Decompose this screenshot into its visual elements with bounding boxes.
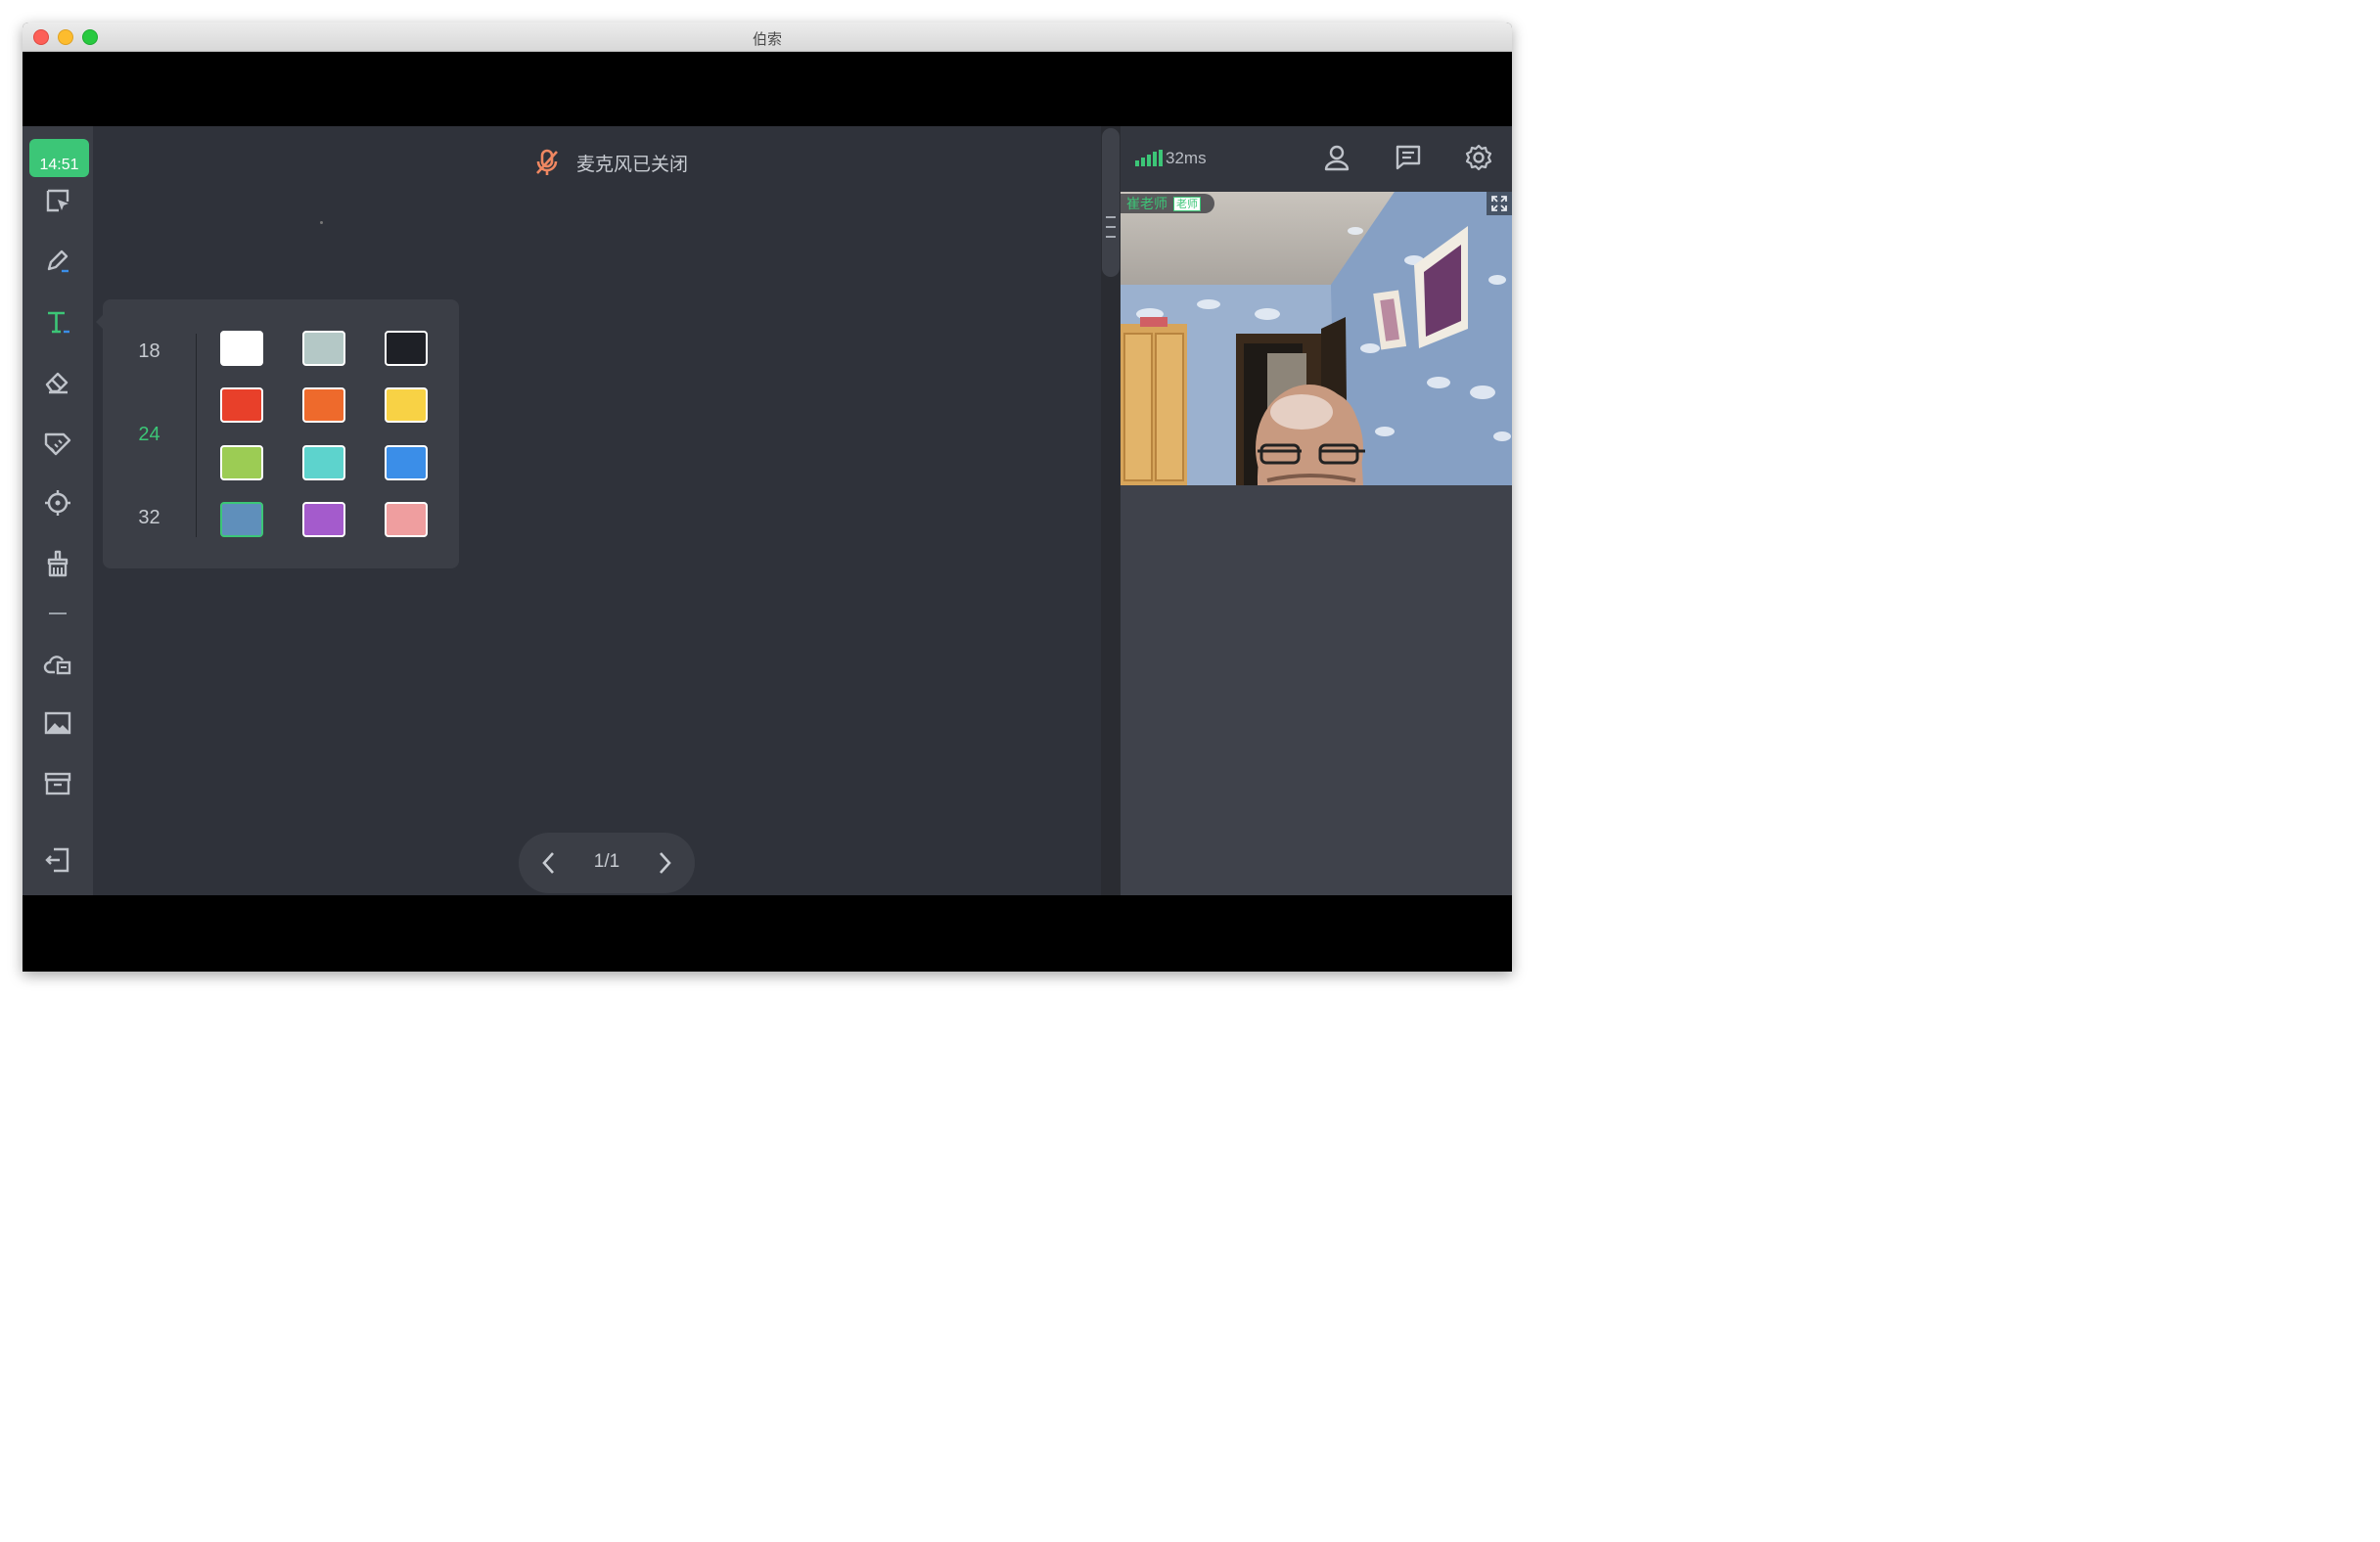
color-swatch[interactable]: [302, 331, 345, 366]
teacher-role-badge: 老师: [1173, 196, 1201, 211]
color-swatch[interactable]: [220, 331, 263, 366]
cloud-files-button[interactable]: [42, 648, 73, 679]
text-icon: [48, 311, 69, 334]
toolbar: 14:51: [23, 126, 93, 895]
image-icon: [44, 711, 71, 735]
color-swatch[interactable]: [302, 502, 345, 537]
crosshair-icon: [45, 490, 70, 516]
latency-text: 32ms: [1166, 149, 1207, 167]
window-title: 伯索: [752, 30, 782, 48]
whiteboard[interactable]: 麦克风已关闭 18 24 32 1/1: [93, 126, 1101, 895]
pen-icon: [47, 249, 69, 273]
ruler-tool-button[interactable]: [42, 427, 73, 458]
settings-button[interactable]: [1463, 142, 1494, 173]
page-navigator: 1/1: [519, 833, 695, 893]
fullscreen-video-button[interactable]: [1487, 192, 1512, 215]
teacher-name: 崔老师: [1126, 197, 1167, 212]
color-swatch-selected[interactable]: [220, 502, 263, 537]
clear-board-button[interactable]: [42, 548, 73, 579]
color-swatch[interactable]: [385, 445, 428, 480]
select-cursor-icon: [46, 189, 69, 212]
title-bar: 伯索: [23, 23, 1512, 52]
font-size-option[interactable]: 18: [103, 340, 196, 363]
broom-icon: [47, 550, 69, 577]
ruler-icon: [44, 432, 71, 456]
eraser-icon: [45, 372, 69, 394]
signal-strength-icon: [1135, 150, 1163, 166]
toolbar-separator: [49, 612, 67, 614]
eraser-tool-button[interactable]: [42, 367, 73, 398]
prev-page-button[interactable]: [534, 848, 564, 878]
select-tool-button[interactable]: [42, 185, 73, 216]
chat-icon: [1396, 145, 1421, 170]
teacher-video[interactable]: 崔老师 老师: [1121, 192, 1512, 485]
chat-button[interactable]: [1393, 142, 1424, 173]
color-swatch[interactable]: [385, 331, 428, 366]
panel-header: 32ms: [1121, 126, 1512, 192]
panel-pointer: [96, 315, 103, 329]
class-timer: 14:51: [29, 139, 89, 177]
microphone-off-icon: [536, 149, 558, 175]
page-indicator: 1/1: [593, 851, 620, 872]
classroom-app: 14:51 麦克风已关闭 18 24 32 1/1 32ms 崔老师 老师: [23, 126, 1512, 895]
color-swatch[interactable]: [385, 387, 428, 423]
color-swatch[interactable]: [220, 445, 263, 480]
panel-resize-handle[interactable]: [1102, 128, 1120, 277]
chevron-left-icon: [542, 852, 554, 874]
image-tool-button[interactable]: [42, 707, 73, 739]
color-swatch[interactable]: [302, 387, 345, 423]
archive-tool-button[interactable]: [42, 768, 73, 799]
user-icon: [1324, 145, 1350, 171]
exit-class-button[interactable]: [42, 844, 73, 876]
text-tool-button[interactable]: [42, 306, 73, 338]
next-page-button[interactable]: [650, 848, 679, 878]
cloud-file-icon: [43, 656, 71, 675]
video-name-tag: 崔老师 老师: [1121, 194, 1214, 213]
text-style-panel: 18 24 32: [96, 299, 459, 568]
chevron-right-icon: [660, 852, 671, 874]
expand-icon: [1491, 196, 1507, 211]
font-size-option-selected[interactable]: 24: [103, 424, 196, 446]
members-button[interactable]: [1321, 142, 1352, 173]
archive-box-icon: [44, 772, 71, 795]
mic-status-indicator: 麦克风已关闭: [533, 148, 688, 177]
color-swatch[interactable]: [385, 502, 428, 537]
font-size-option[interactable]: 32: [103, 507, 196, 529]
color-swatch[interactable]: [302, 445, 345, 480]
participants-panel: 32ms 崔老师 老师: [1121, 126, 1512, 895]
gear-icon: [1465, 144, 1492, 171]
app-window: 伯索 14:51 麦克风已关闭 18 24 32 1/1 32ms 崔老师 老师: [23, 23, 1512, 972]
board-dot: [320, 221, 323, 224]
laser-pointer-tool-button[interactable]: [42, 487, 73, 519]
panel-divider: [196, 334, 197, 537]
mic-status-text: 麦克风已关闭: [576, 153, 689, 175]
exit-door-icon: [45, 847, 69, 873]
font-size-list: 18 24 32: [103, 299, 196, 568]
color-swatch[interactable]: [220, 387, 263, 423]
pen-tool-button[interactable]: [42, 246, 73, 277]
teacher-video-frame: [1121, 192, 1512, 485]
